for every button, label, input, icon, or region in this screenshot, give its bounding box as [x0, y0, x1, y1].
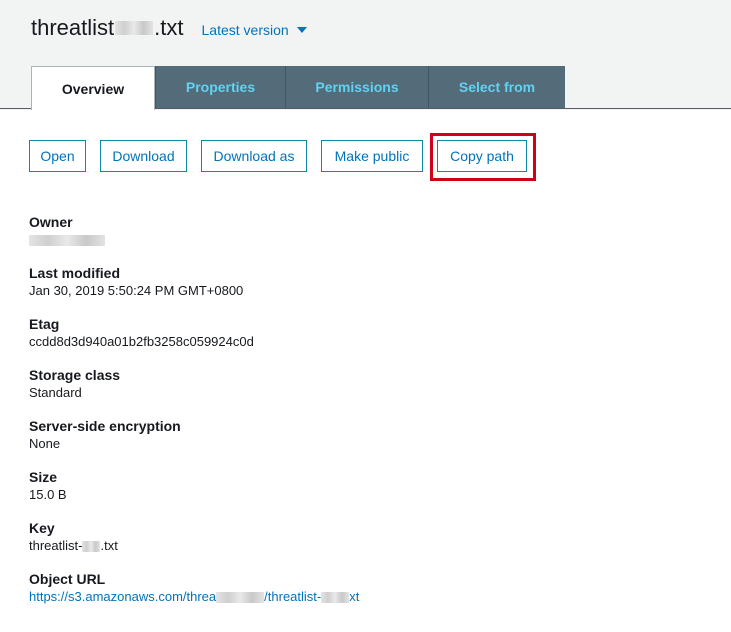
field-label: Owner	[29, 214, 73, 230]
download-as-button[interactable]: Download as	[201, 140, 307, 172]
redacted-text	[115, 21, 154, 35]
tab-select-from[interactable]: Select from	[428, 66, 565, 108]
field-label: Server-side encryption	[29, 418, 181, 434]
field-value: ccdd8d3d940a01b2fb3258c059924c0d	[29, 334, 254, 349]
tab-bar: Overview Properties Permissions Select f…	[31, 66, 565, 110]
url-part: https://s3.amazonaws.com/threa	[29, 589, 217, 604]
object-details: Owner Last modified Jan 30, 2019 5:50:24…	[29, 213, 359, 621]
field-value: Jan 30, 2019 5:50:24 PM GMT+0800	[29, 283, 244, 298]
title-suffix: .txt	[154, 15, 184, 40]
field-owner: Owner	[29, 213, 359, 264]
download-button[interactable]: Download	[100, 140, 187, 172]
field-label: Size	[29, 469, 58, 485]
field-storage-class: Storage class Standard	[29, 366, 359, 417]
title-prefix: threatlist	[31, 15, 115, 40]
tab-permissions[interactable]: Permissions	[285, 66, 428, 108]
highlight-box	[430, 133, 536, 181]
open-button[interactable]: Open	[29, 140, 86, 172]
field-value: 15.0 B	[29, 487, 67, 502]
field-value: None	[29, 436, 61, 451]
field-last-modified: Last modified Jan 30, 2019 5:50:24 PM GM…	[29, 264, 359, 315]
caret-down-icon	[296, 27, 307, 33]
field-size: Size 15.0 B	[29, 468, 359, 519]
field-encryption: Server-side encryption None	[29, 417, 359, 468]
object-title: threatlist .txt	[31, 15, 184, 41]
redacted-text	[82, 541, 101, 553]
title-row: threatlist .txt Latest version	[31, 15, 307, 41]
redacted-text	[29, 235, 105, 247]
field-label: Storage class	[29, 367, 121, 383]
key-suffix: .txt	[100, 538, 118, 553]
url-part: xt	[349, 589, 360, 604]
field-key: Key threatlist- .txt	[29, 519, 359, 570]
field-etag: Etag ccdd8d3d940a01b2fb3258c059924c0d	[29, 315, 359, 366]
key-value: threatlist- .txt	[29, 537, 359, 555]
field-label: Key	[29, 520, 55, 536]
version-dropdown[interactable]: Latest version	[202, 22, 307, 38]
redacted-text	[321, 592, 350, 604]
url-part: /threatlist-	[264, 589, 322, 604]
version-label: Latest version	[201, 22, 289, 38]
tab-overview[interactable]: Overview	[31, 66, 155, 110]
field-label: Last modified	[29, 265, 121, 281]
redacted-text	[216, 592, 265, 604]
owner-value	[29, 231, 359, 249]
field-label: Etag	[29, 316, 60, 332]
field-value: Standard	[29, 385, 82, 400]
key-prefix: threatlist-	[29, 538, 83, 553]
field-label: Object URL	[29, 571, 106, 587]
make-public-button[interactable]: Make public	[321, 140, 423, 172]
field-object-url: Object URL https://s3.amazonaws.com/thre…	[29, 570, 359, 621]
object-url-link[interactable]: https://s3.amazonaws.com/threa/threatlis…	[29, 588, 359, 606]
tab-properties[interactable]: Properties	[155, 66, 285, 108]
